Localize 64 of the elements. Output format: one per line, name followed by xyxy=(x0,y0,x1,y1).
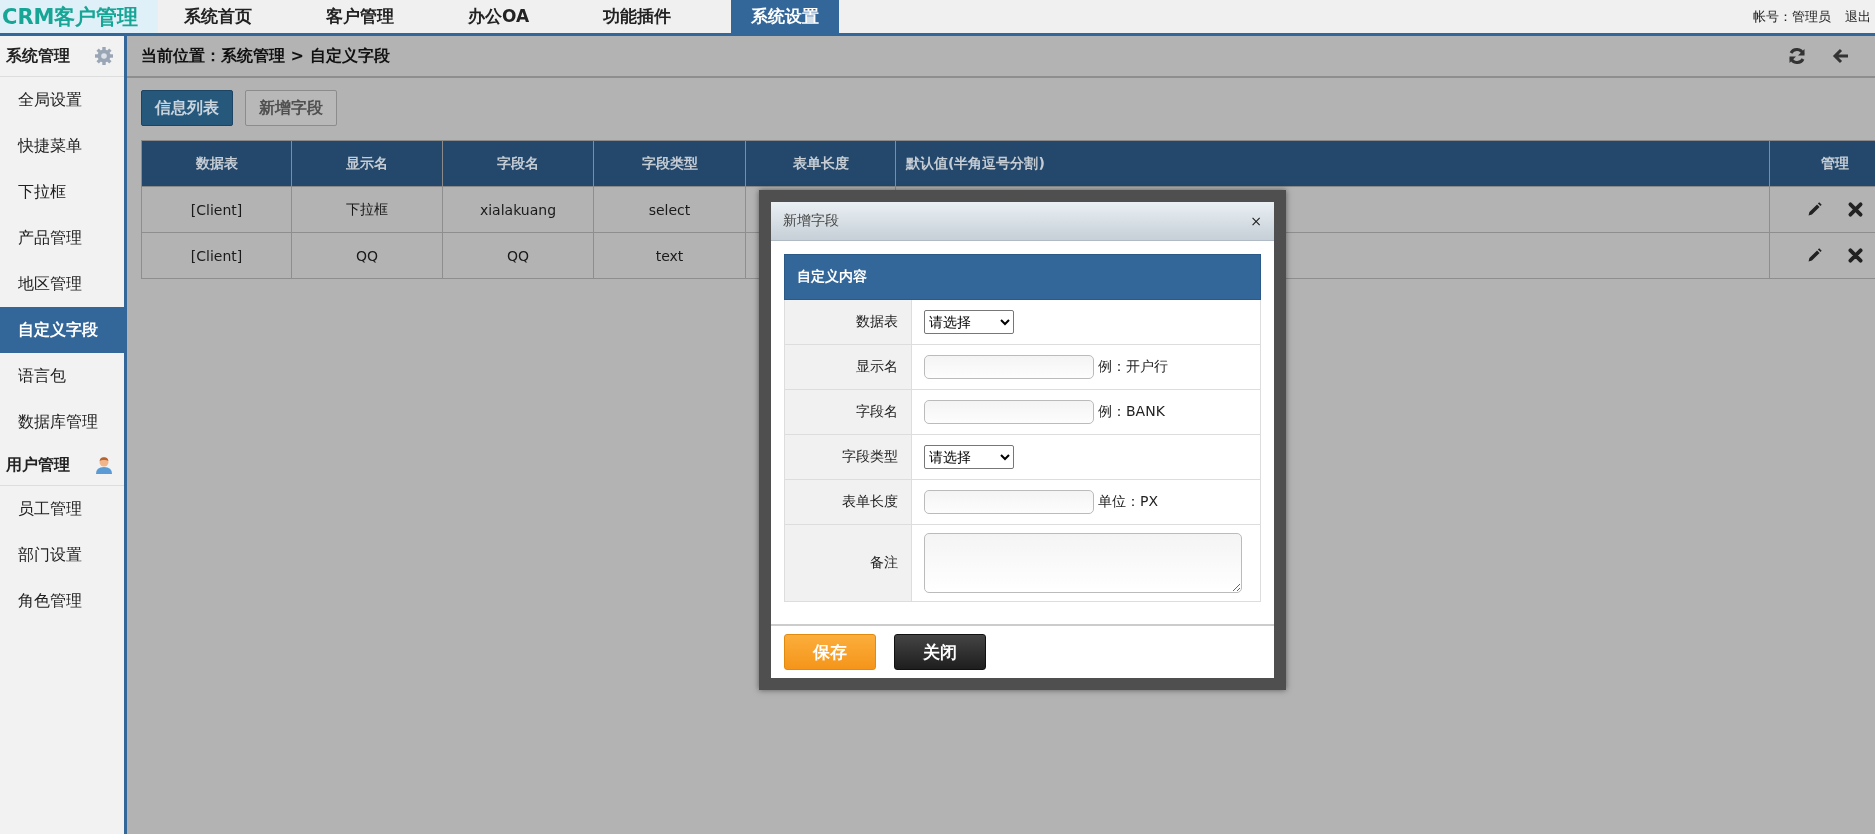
table-cell: text xyxy=(593,232,746,279)
section-title: 系统管理 xyxy=(6,45,70,67)
field-label: 数据表 xyxy=(784,299,912,345)
tab-button[interactable]: 信息列表 xyxy=(141,90,233,126)
nav-tab[interactable]: 系统首页 xyxy=(170,0,266,33)
nav-tab[interactable]: 系统设置 xyxy=(731,0,840,33)
table-cell: select xyxy=(593,186,746,233)
textarea-field[interactable] xyxy=(924,533,1242,593)
logo: CRM客户管理 xyxy=(0,0,158,33)
column-header: 表单长度 xyxy=(745,140,896,187)
table-cell: QQ xyxy=(442,232,594,279)
account-label: 帐号：管理员 xyxy=(1753,7,1831,26)
sidebar-item[interactable]: 部门设置 xyxy=(0,532,124,578)
column-header: 显示名 xyxy=(291,140,443,187)
delete-icon[interactable] xyxy=(1846,247,1864,265)
input-field[interactable] xyxy=(924,490,1094,514)
column-header: 字段名 xyxy=(442,140,594,187)
field-note: 单位：PX xyxy=(1098,493,1159,509)
refresh-icon[interactable] xyxy=(1787,46,1807,66)
sidebar-item[interactable]: 员工管理 xyxy=(0,486,124,532)
sidebar-item[interactable]: 下拉框 xyxy=(0,169,124,215)
sidebar-item[interactable]: 产品管理 xyxy=(0,215,124,261)
tab-button[interactable]: 新增字段 xyxy=(245,90,337,126)
gear-icon xyxy=(94,46,114,66)
sidebar-item[interactable]: 自定义字段 xyxy=(0,307,124,353)
field-label: 备注 xyxy=(784,524,912,602)
nav-tab[interactable]: 客户管理 xyxy=(312,0,408,33)
sidebar-item[interactable]: 语言包 xyxy=(0,353,124,399)
field-label: 字段名 xyxy=(784,389,912,435)
column-header: 字段类型 xyxy=(593,140,746,187)
sidebar-item[interactable]: 角色管理 xyxy=(0,578,124,624)
logout-link[interactable]: 退出 xyxy=(1845,0,1871,33)
close-button[interactable]: × xyxy=(1250,213,1262,229)
field-note: 例：BANK xyxy=(1098,403,1165,419)
table-cell: [Client] xyxy=(141,186,292,233)
field-label: 显示名 xyxy=(784,344,912,390)
dialog-title: 新增字段 xyxy=(783,212,839,230)
delete-icon[interactable] xyxy=(1846,201,1864,219)
table-cell: QQ xyxy=(291,232,443,279)
column-header: 默认值(半角逗号分割) xyxy=(895,140,1770,187)
table-cell: [Client] xyxy=(141,232,292,279)
table-cell: xialakuang xyxy=(442,186,594,233)
field-label: 表单长度 xyxy=(784,479,912,525)
sidebar-item[interactable]: 快捷菜单 xyxy=(0,123,124,169)
sidebar-item[interactable]: 地区管理 xyxy=(0,261,124,307)
column-header: 数据表 xyxy=(141,140,292,187)
select-field[interactable]: 请选择 xyxy=(924,310,1014,334)
back-arrow-icon[interactable] xyxy=(1831,46,1851,66)
section-title: 用户管理 xyxy=(6,454,70,476)
select-field[interactable]: 请选择 xyxy=(924,445,1014,469)
form-section-title: 自定义内容 xyxy=(784,254,1261,300)
nav-tab[interactable]: 功能插件 xyxy=(589,0,686,33)
field-label: 字段类型 xyxy=(784,434,912,480)
breadcrumb: 当前位置：系统管理 > 自定义字段 xyxy=(141,45,390,67)
input-field[interactable] xyxy=(924,400,1094,424)
sidebar-item[interactable]: 全局设置 xyxy=(0,77,124,123)
close-dialog-button[interactable]: 关闭 xyxy=(894,634,986,670)
sidebar-item[interactable]: 数据库管理 xyxy=(0,399,124,445)
nav-tab[interactable]: 办公OA xyxy=(454,0,544,33)
user-icon xyxy=(94,455,114,475)
column-header: 管理 xyxy=(1769,140,1875,187)
input-field[interactable] xyxy=(924,355,1094,379)
table-cell: 下拉框 xyxy=(291,186,443,233)
field-note: 例：开户行 xyxy=(1098,358,1168,374)
